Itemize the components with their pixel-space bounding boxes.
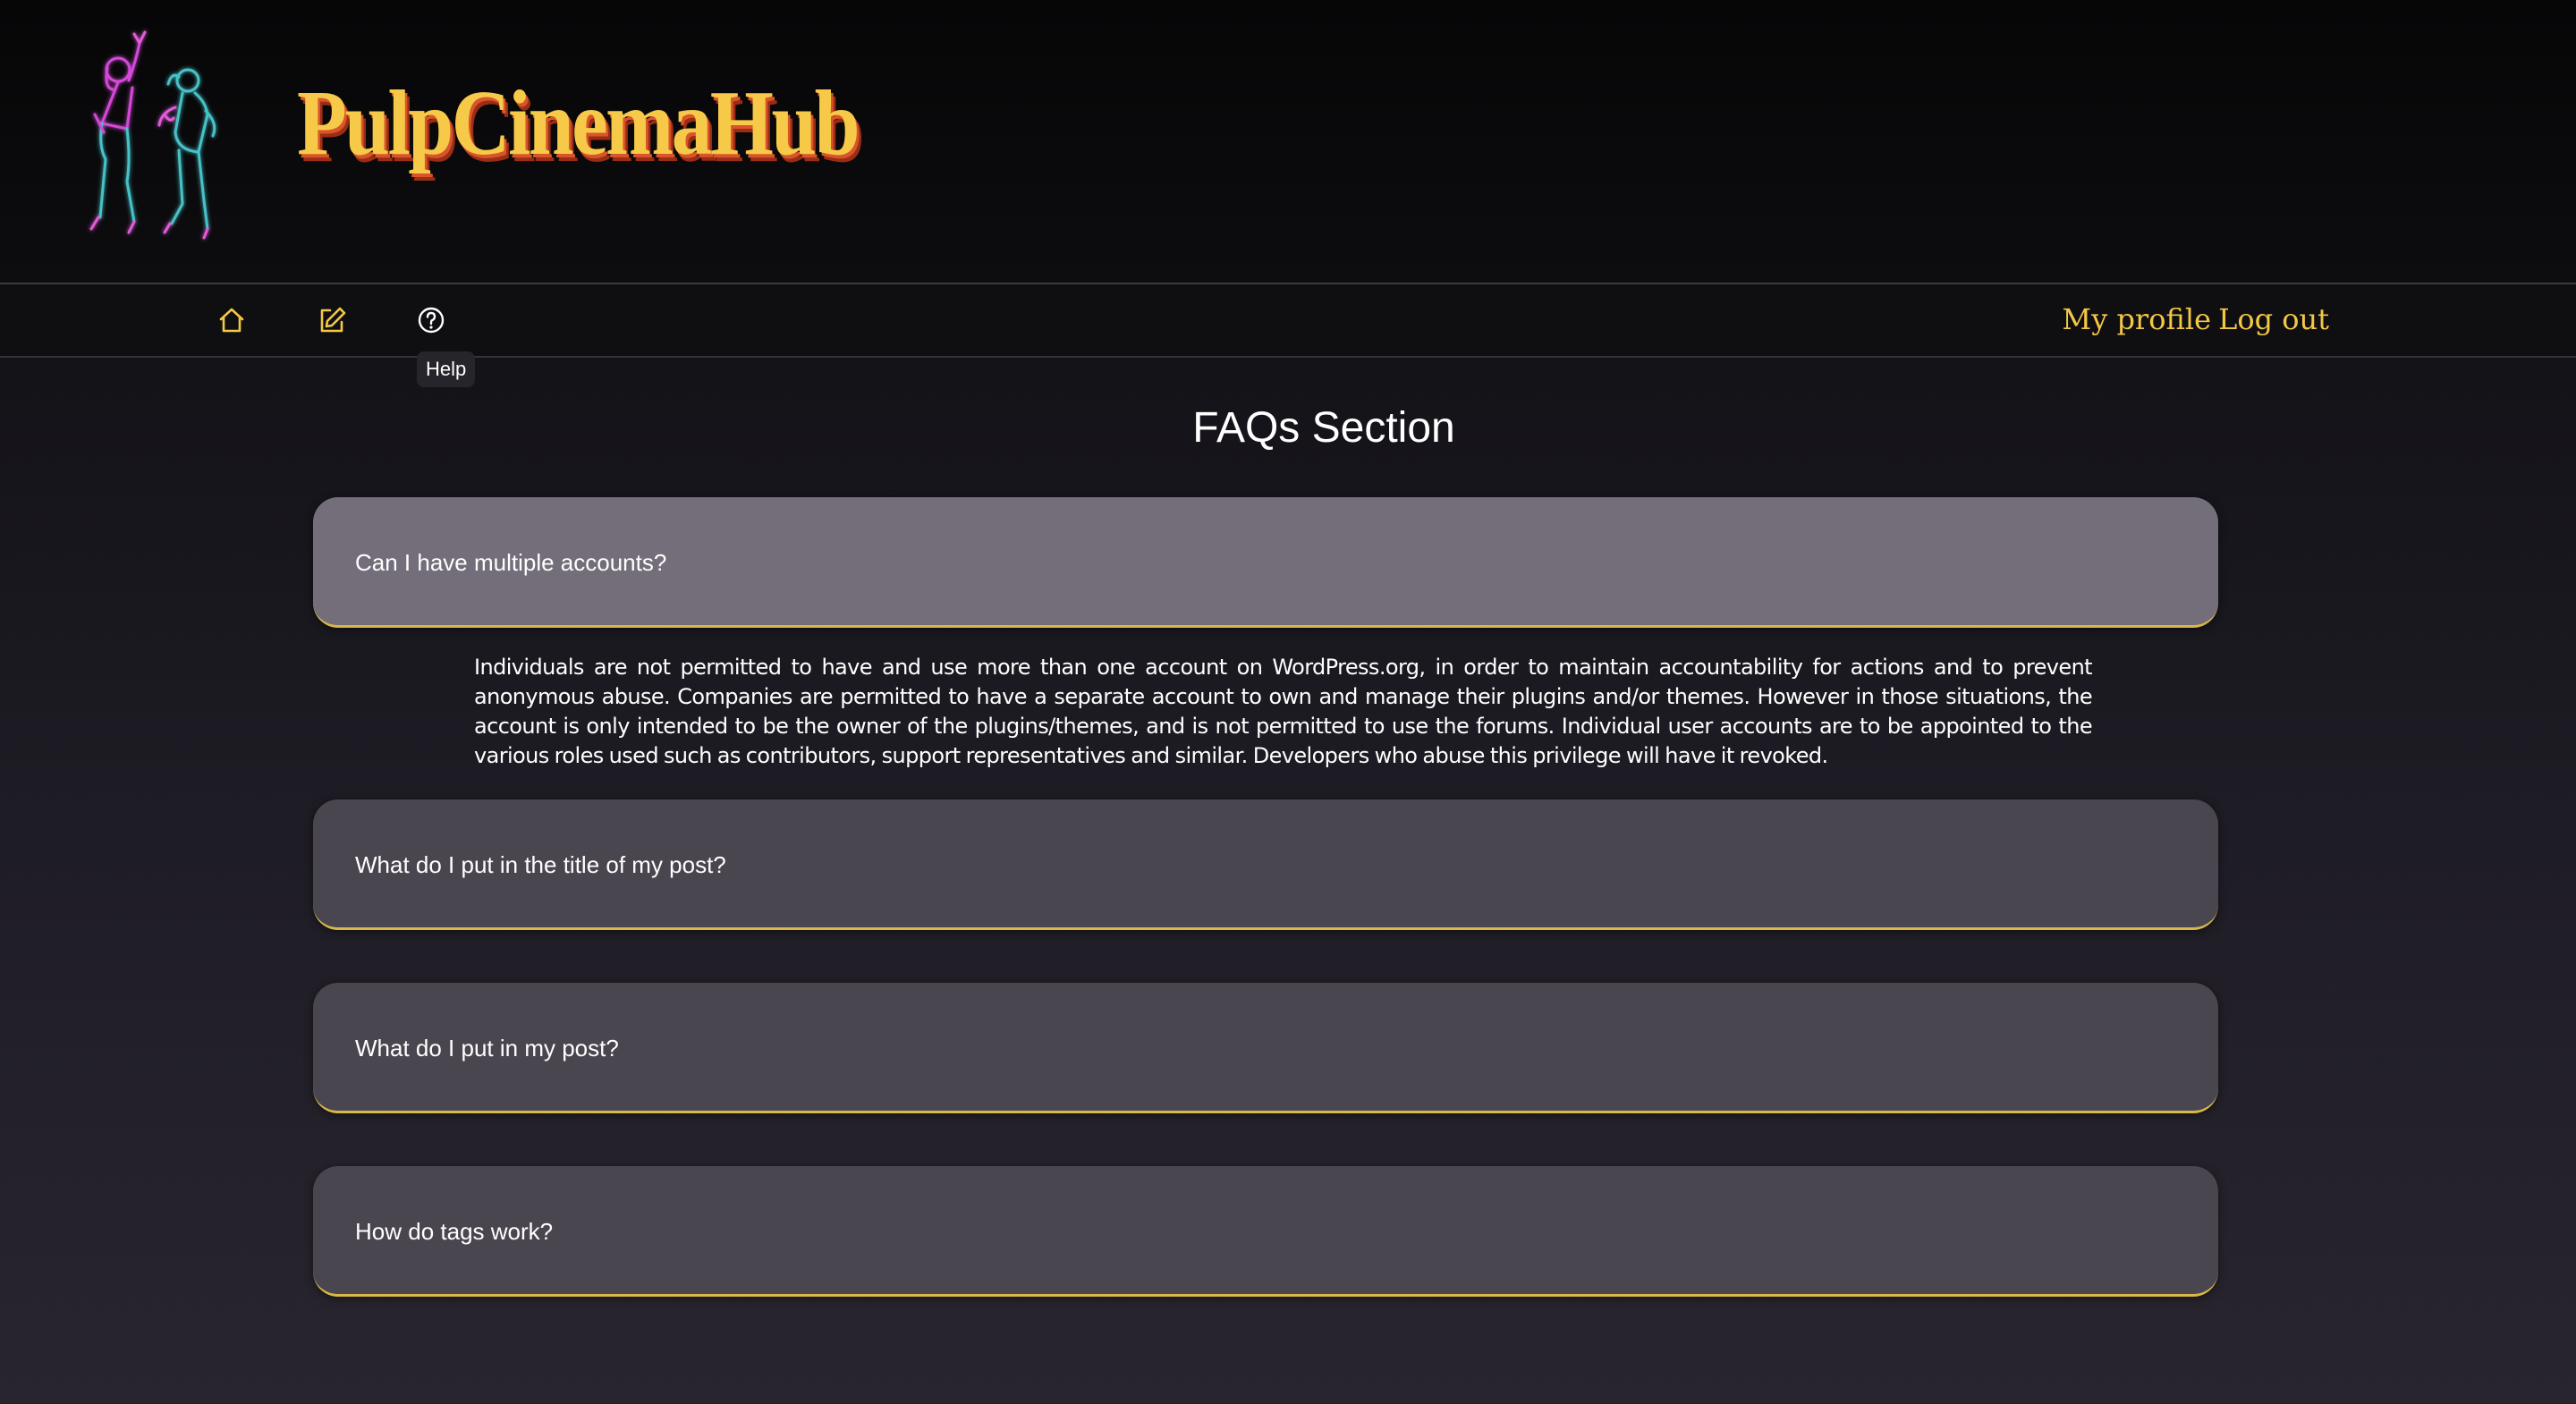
faq-item[interactable]: What do I put in my post? (313, 983, 2218, 1113)
dancing-couple-neon-icon[interactable] (82, 25, 243, 249)
log-out-link[interactable]: Log out (2218, 297, 2329, 342)
site-header: PulpCinemaHub (0, 0, 2576, 283)
faq-question: How do tags work? (355, 1218, 554, 1245)
brand-title[interactable]: PulpCinemaHub (297, 70, 860, 177)
faq-question: What do I put in the title of my post? (355, 851, 726, 878)
help-icon[interactable] (413, 302, 449, 338)
faq-question: Can I have multiple accounts? (355, 549, 667, 576)
edit-icon[interactable] (314, 302, 350, 338)
help-tooltip: Help (417, 351, 476, 387)
page-title: FAQs Section (1192, 404, 1455, 452)
faq-question: What do I put in my post? (355, 1035, 619, 1061)
faq-item[interactable]: Can I have multiple accounts? (313, 497, 2218, 628)
my-profile-link[interactable]: My profile (2062, 297, 2211, 342)
home-icon[interactable] (214, 302, 250, 338)
faq-answer: Individuals are not permitted to have an… (474, 655, 2093, 768)
faq-item[interactable]: What do I put in the title of my post? (313, 799, 2218, 930)
faq-item[interactable]: How do tags work? (313, 1166, 2218, 1297)
main-nav: My profile Log out (0, 283, 2576, 358)
